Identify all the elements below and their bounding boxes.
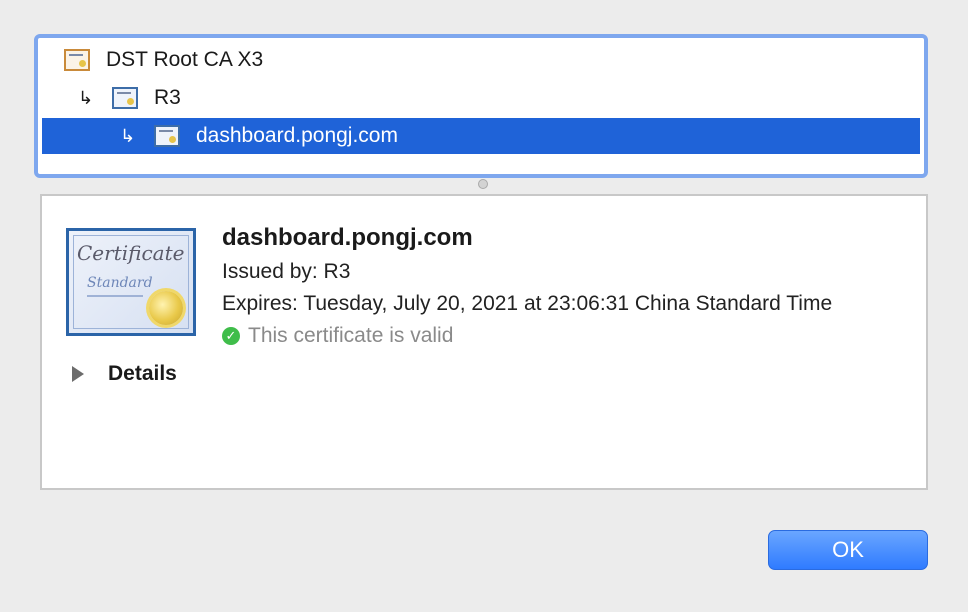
leaf-certificate-icon [154, 125, 180, 147]
root-certificate-icon [64, 49, 90, 71]
certificate-large-icon: Certificate Standard [66, 228, 196, 336]
details-disclosure[interactable]: Details [72, 362, 177, 386]
certificate-chain-list[interactable]: DST Root CA X3 ↳ R3 ↳ dashboard.pongj.co… [34, 34, 928, 178]
chain-item-label: dashboard.pongj.com [196, 124, 398, 147]
issued-by: Issued by: R3 [222, 260, 351, 283]
details-label: Details [108, 362, 177, 385]
chain-arrow-icon: ↳ [120, 125, 136, 146]
ok-button[interactable]: OK [768, 530, 928, 570]
certificate-detail-pane: Certificate Standard dashboard.pongj.com… [40, 194, 928, 490]
disclosure-triangle-icon[interactable] [72, 366, 84, 382]
certificate-info: dashboard.pongj.com Issued by: R3 Expire… [222, 224, 832, 348]
chain-item-label: R3 [154, 86, 181, 109]
chain-item-label: DST Root CA X3 [106, 48, 264, 71]
split-view-handle[interactable] [478, 179, 488, 189]
seal-icon [149, 291, 183, 325]
chain-arrow-icon: ↳ [78, 87, 94, 108]
chain-item-root[interactable]: DST Root CA X3 [42, 42, 920, 78]
chain-item-leaf[interactable]: ↳ dashboard.pongj.com [42, 118, 920, 154]
intermediate-certificate-icon [112, 87, 138, 109]
validity-status: ✓ This certificate is valid [222, 324, 832, 348]
certificate-name: dashboard.pongj.com [222, 224, 473, 251]
check-circle-icon: ✓ [222, 327, 240, 345]
validity-status-text: This certificate is valid [248, 324, 454, 347]
chain-item-intermediate[interactable]: ↳ R3 [42, 80, 920, 116]
expires: Expires: Tuesday, July 20, 2021 at 23:06… [222, 292, 833, 315]
